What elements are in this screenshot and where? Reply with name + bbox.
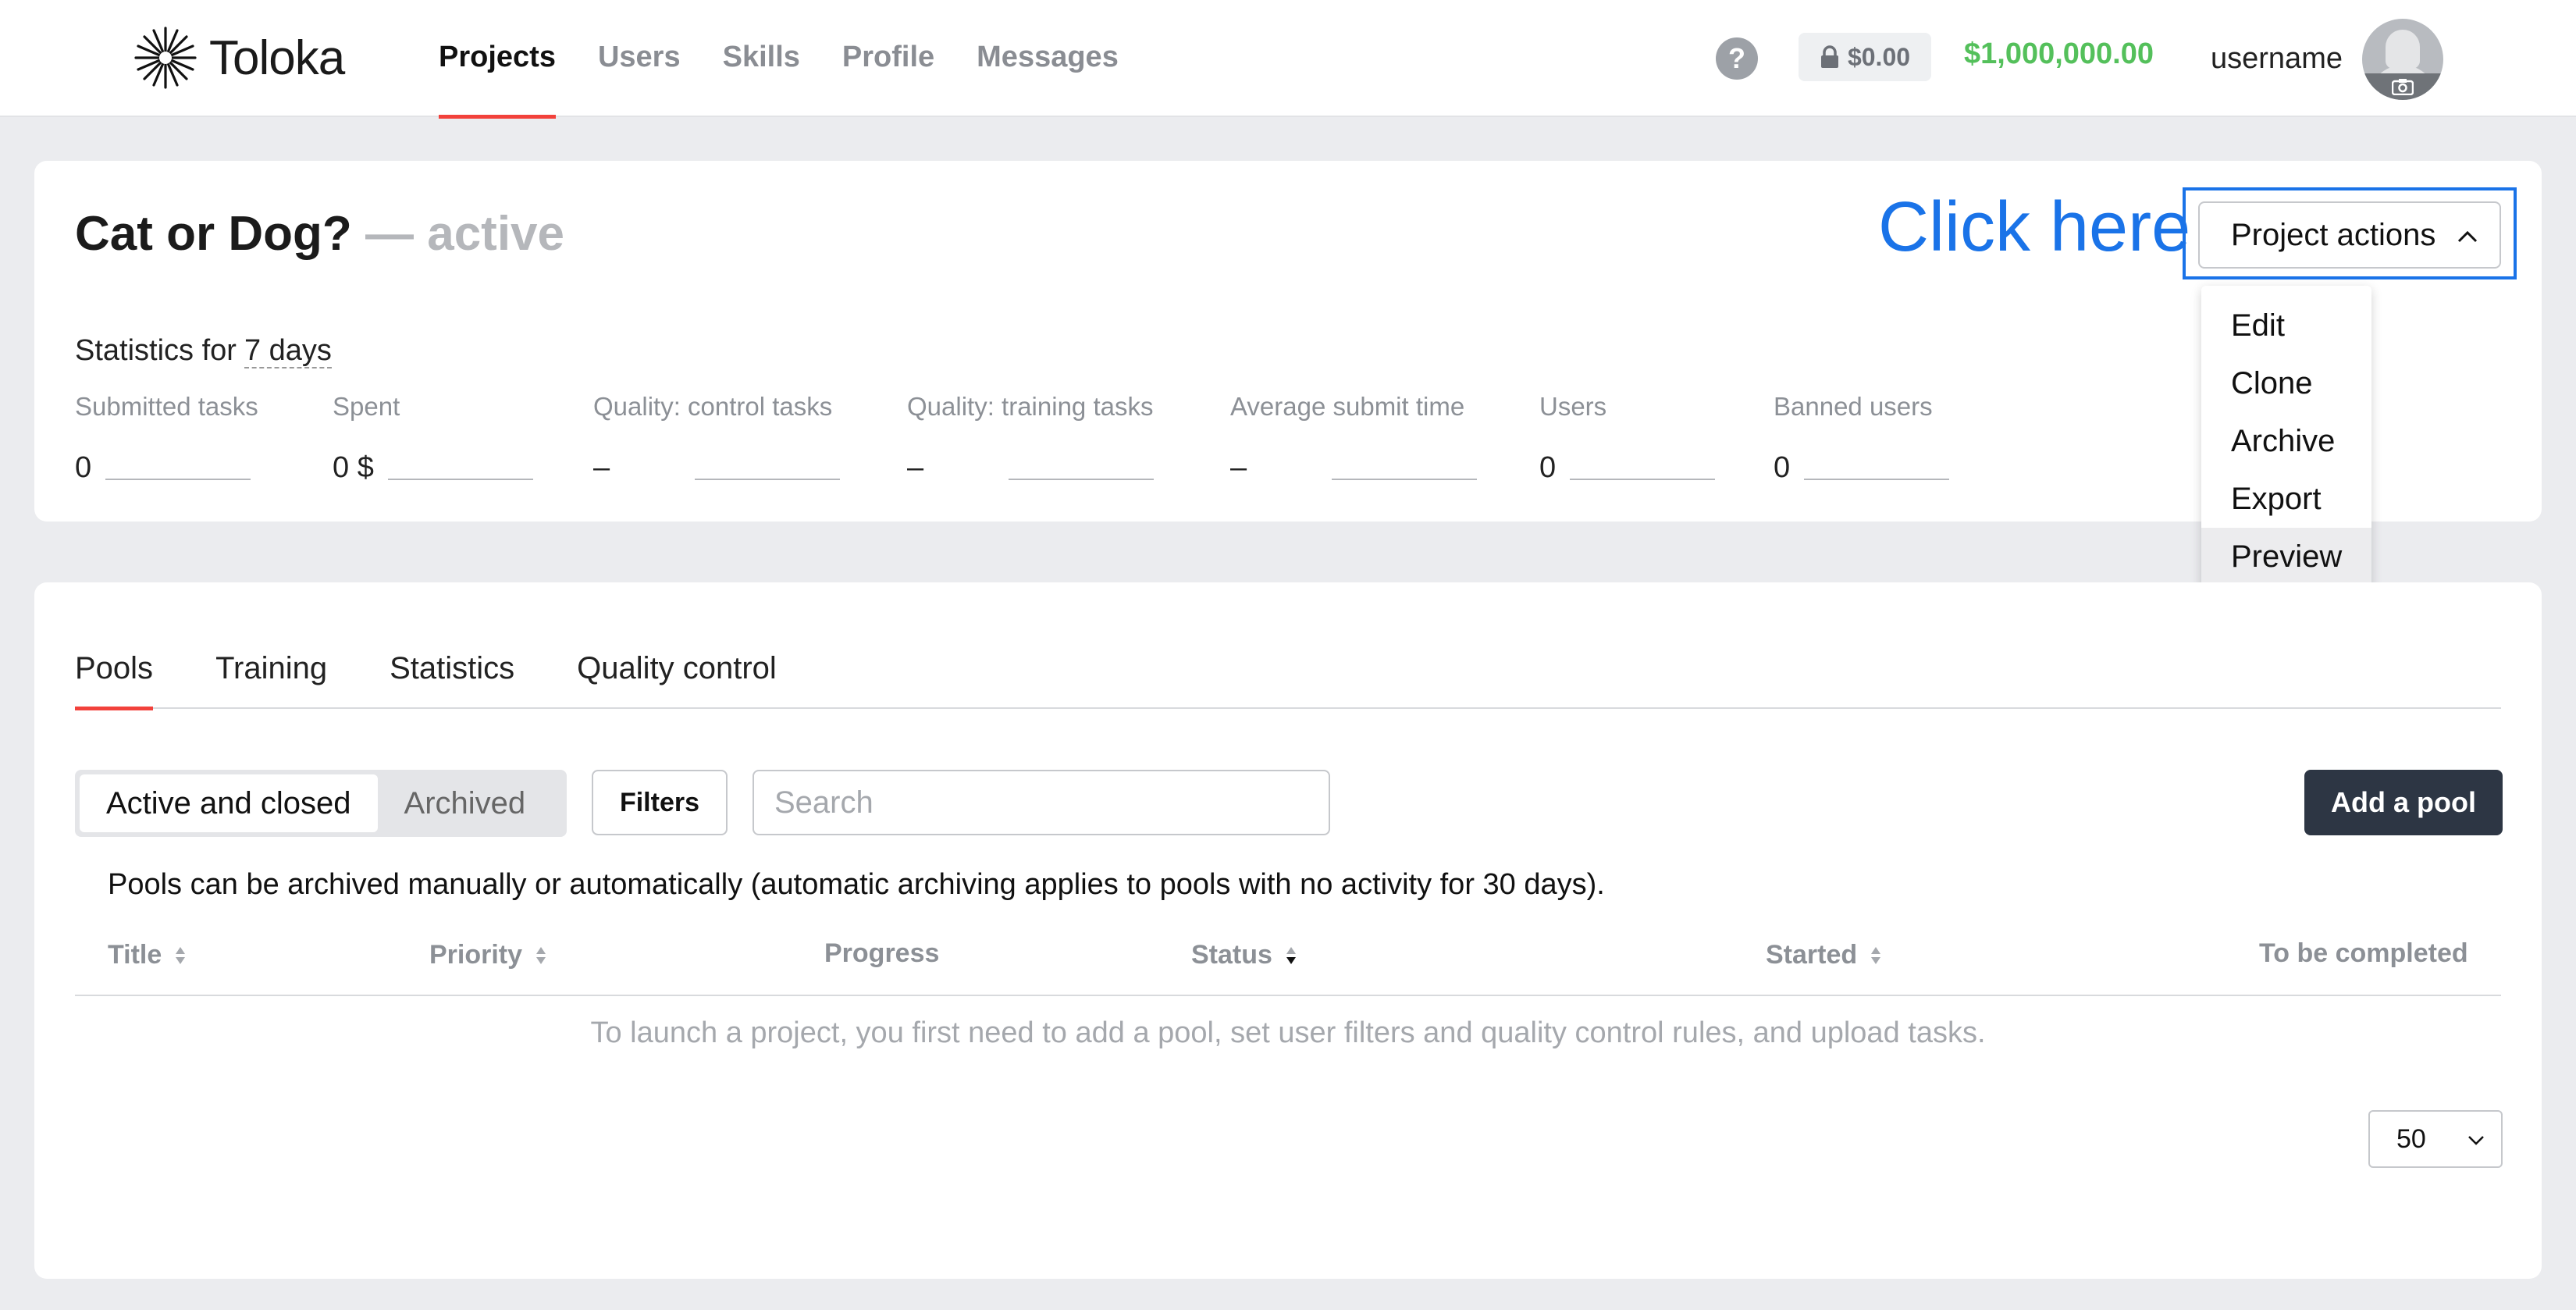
camera-icon [2392,79,2414,95]
sunburst-logo-icon [134,27,197,89]
stat-users: Users 0 [1539,392,1716,485]
main-nav: Projects Users Skills Profile Messages [439,0,1161,119]
stat-label: Average submit time [1230,392,1465,421]
account-balance[interactable]: $1,000,000.00 [1964,37,2154,71]
nav-users[interactable]: Users [598,0,681,117]
column-to-be-completed: To be completed [2259,938,2468,969]
menu-item-edit[interactable]: Edit [2201,297,2371,354]
menu-item-clone[interactable]: Clone [2201,354,2371,412]
stat-value: 0 [75,451,92,484]
stat-value: – [1230,451,1247,484]
stat-spent: Spent 0 $ [333,392,533,485]
sort-icon [1871,946,1881,964]
chevron-up-icon [2457,230,2478,243]
sort-descending-icon [1286,946,1296,964]
empty-table-message: To launch a project, you first need to a… [590,1016,1986,1049]
stat-banned-users: Banned users 0 [1774,392,1950,485]
menu-item-archive[interactable]: Archive [2201,412,2371,470]
nav-messages[interactable]: Messages [977,0,1119,117]
stat-sparkline [1009,479,1154,480]
filters-button[interactable]: Filters [592,770,728,835]
stat-value: – [593,451,610,484]
help-icon[interactable]: ? [1716,37,1758,80]
nav-profile[interactable]: Profile [842,0,934,117]
stat-average-submit-time: Average submit time – [1230,392,1477,485]
stat-value: 0 [1774,451,1791,484]
lock-icon [1820,45,1838,68]
page-size-value: 50 [2396,1124,2426,1154]
stat-submitted-tasks: Submitted tasks 0 [75,392,258,485]
sort-icon [536,946,546,964]
project-status: — active [365,207,565,261]
menu-item-preview[interactable]: Preview [2201,528,2371,586]
stat-label: Quality: training tasks [907,392,1154,421]
stats-period-prefix: Statistics for [75,334,237,367]
column-status[interactable]: Status [1191,940,1297,970]
stat-label: Banned users [1774,392,1933,421]
column-title[interactable]: Title [108,940,187,970]
menu-item-export[interactable]: Export [2201,470,2371,528]
pool-status-segmented-control: Active and closed Archived [75,770,567,837]
project-name: Cat or Dog? [75,207,352,261]
stat-sparkline [387,479,533,480]
column-started-label: Started [1766,940,1858,970]
column-progress-label: Progress [824,938,940,968]
stat-sparkline [695,479,840,480]
column-priority[interactable]: Priority [429,940,547,970]
project-actions-button[interactable]: Project actions [2198,201,2501,269]
stat-label: Quality: control tasks [593,392,833,421]
chevron-down-icon [2468,1136,2484,1145]
column-progress: Progress [824,938,939,969]
locked-balance-value: $0.00 [1847,42,1911,71]
tab-statistics[interactable]: Statistics [390,645,514,709]
sort-icon [176,946,186,964]
column-status-label: Status [1191,940,1272,970]
avatar-upload-bar[interactable] [2362,73,2443,100]
archive-note: Pools can be archived manually or automa… [108,868,1605,901]
username[interactable]: username [2211,42,2343,76]
tab-quality-control[interactable]: Quality control [577,645,777,709]
stat-label: Submitted tasks [75,392,258,421]
logo-text: Toloka [209,30,345,85]
column-title-label: Title [108,940,162,970]
project-actions-label: Project actions [2231,217,2436,252]
add-pool-button[interactable]: Add a pool [2304,770,2503,835]
stat-label: Spent [333,392,400,421]
tab-pools[interactable]: Pools [75,645,154,710]
stat-value: 0 $ [333,451,374,484]
segment-active-and-closed[interactable]: Active and closed [80,774,378,832]
stats-period-selector[interactable]: 7 days [244,334,332,368]
stat-quality-training-tasks: Quality: training tasks – [907,392,1154,485]
project-card: Cat or Dog? — active Click here Statisti… [34,161,2542,522]
search-input[interactable] [753,770,1330,835]
stat-quality-control-tasks: Quality: control tasks – [593,392,840,485]
stat-sparkline [1570,479,1716,480]
avatar[interactable] [2362,19,2443,100]
pools-table-header: Title Priority Progress Status Started T… [75,931,2501,996]
stat-value: – [907,451,924,484]
segment-archived[interactable]: Archived [378,774,553,832]
project-title: Cat or Dog? — active [75,206,564,262]
project-actions-menu: Edit Clone Archive Export Preview [2201,286,2371,595]
stats-period-line: Statistics for 7 days [75,334,332,368]
stat-value: 0 [1539,451,1557,484]
stat-sparkline [105,479,251,480]
locked-balance[interactable]: $0.00 [1799,33,1931,81]
top-header: Toloka Projects Users Skills Profile Mes… [0,0,2576,119]
pools-card: Pools Training Statistics Quality contro… [34,582,2542,1279]
project-tabs: Pools Training Statistics Quality contro… [75,645,2501,710]
nav-skills[interactable]: Skills [723,0,800,117]
stat-label: Users [1539,392,1607,421]
avatar-head-shape [2386,30,2420,69]
nav-projects[interactable]: Projects [439,0,556,119]
tab-training[interactable]: Training [215,645,327,709]
click-here-annotation: Click here [1878,188,2191,266]
toloka-logo[interactable]: Toloka [133,25,345,91]
stat-sparkline [1332,479,1477,480]
stat-sparkline [1804,479,1950,480]
column-priority-label: Priority [429,940,523,970]
column-to-be-completed-label: To be completed [2259,938,2468,968]
column-started[interactable]: Started [1766,940,1882,970]
page-size-select[interactable]: 50 [2368,1110,2503,1168]
